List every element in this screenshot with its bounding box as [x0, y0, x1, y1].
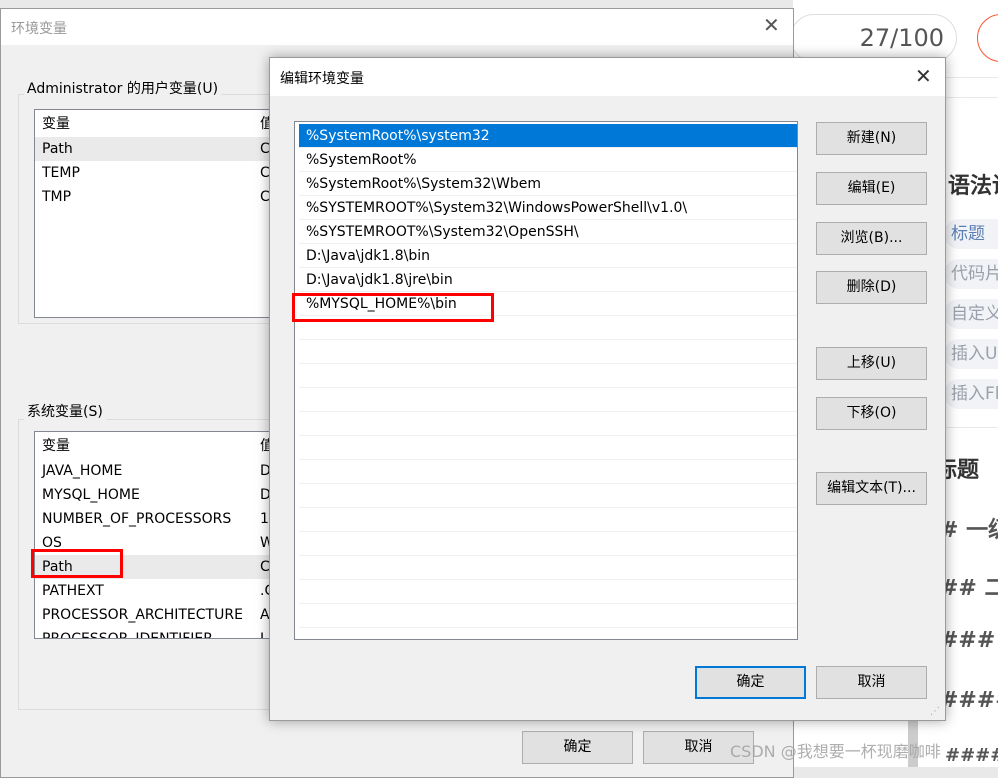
md-line-3: ### 3	[940, 628, 998, 653]
close-icon[interactable]: ✕	[763, 13, 780, 37]
system-vars-label: 系统变量(S)	[24, 401, 106, 421]
cancel-button[interactable]: 取消	[816, 666, 927, 699]
tag-title[interactable]: 标题	[944, 219, 998, 249]
resize-grip-icon[interactable]: ⋰	[930, 706, 940, 717]
path-item[interactable]: %SystemRoot%\system32	[299, 124, 797, 148]
mysql-highlight-box	[292, 293, 494, 322]
path-highlight-box	[31, 549, 123, 578]
new-button[interactable]: 新建(N)	[816, 122, 927, 155]
browse-button[interactable]: 浏览(B)...	[816, 222, 927, 255]
word-counter: 27/100	[790, 14, 957, 62]
path-item[interactable]: D:\Java\jdk1.8\bin	[299, 244, 797, 268]
path-item[interactable]: D:\Java\jdk1.8\jre\bin	[299, 268, 797, 292]
move-down-button[interactable]: 下移(O)	[816, 397, 927, 430]
path-item[interactable]: %SystemRoot%\System32\Wbem	[299, 172, 797, 196]
path-item[interactable]: %SystemRoot%	[299, 148, 797, 172]
move-up-button[interactable]: 上移(U)	[816, 347, 927, 380]
edit-text-button[interactable]: 编辑文本(T)...	[816, 472, 927, 505]
dialog-title: 编辑环境变量	[280, 71, 364, 87]
close-icon[interactable]: ✕	[915, 64, 932, 88]
tag-insert-url[interactable]: 插入U	[944, 339, 998, 369]
path-item[interactable]: %SYSTEMROOT%\System32\OpenSSH\	[299, 220, 797, 244]
user-vars-label: Administrator 的用户变量(U)	[24, 78, 222, 98]
tag-custom[interactable]: 自定义	[944, 299, 998, 329]
md-line-2: ## 二	[940, 576, 998, 601]
tag-insert-flow[interactable]: 插入Fl	[944, 379, 998, 409]
ok-button[interactable]: 确定	[695, 666, 806, 699]
tag-code[interactable]: 代码片	[944, 259, 998, 289]
path-list[interactable]: %SystemRoot%\system32 %SystemRoot% %Syst…	[294, 121, 798, 640]
ok-button[interactable]: 确定	[522, 731, 633, 764]
delete-button[interactable]: 删除(D)	[816, 271, 927, 304]
edit-button[interactable]: 编辑(E)	[816, 172, 927, 205]
md-line-4: ####	[940, 688, 998, 713]
watermark: CSDN @我想要一杯现磨咖啡	[730, 742, 941, 761]
md-line-5: #####	[945, 745, 998, 766]
syntax-heading: 语法说	[948, 174, 998, 199]
path-item[interactable]: %SYSTEMROOT%\System32\WindowsPowerShell\…	[299, 196, 797, 220]
edit-env-dialog: 编辑环境变量 ✕ %SystemRoot%\system32 %SystemRo…	[269, 57, 946, 721]
md-line-1: # 一级	[940, 518, 998, 543]
window-title: 环境变量	[11, 21, 67, 37]
